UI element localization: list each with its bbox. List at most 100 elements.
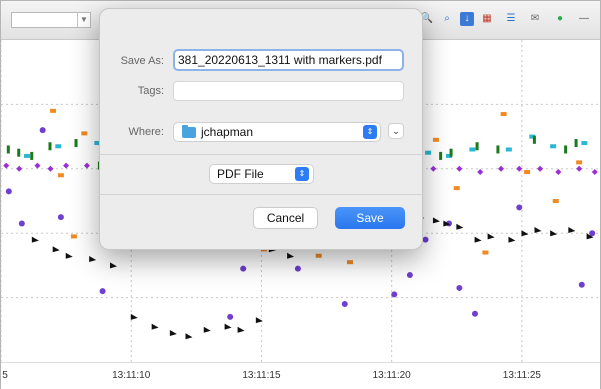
- data-point: [341, 301, 348, 308]
- search-icon[interactable]: ⌕: [440, 12, 454, 26]
- data-point: [456, 223, 464, 230]
- data-point: [83, 162, 90, 169]
- data-point: [55, 144, 62, 149]
- data-point: [477, 169, 484, 176]
- data-point: [568, 226, 576, 233]
- data-point: [346, 260, 353, 265]
- data-point: [498, 165, 505, 172]
- data-point: [589, 230, 596, 237]
- data-point: [422, 236, 429, 243]
- data-point: [39, 127, 46, 134]
- data-point: [6, 145, 10, 154]
- toolbar-combo[interactable]: ▼: [11, 12, 91, 28]
- data-point: [516, 204, 523, 211]
- data-point: [505, 147, 512, 152]
- format-value: PDF File: [217, 167, 264, 181]
- data-point: [30, 151, 34, 160]
- data-point: [237, 326, 245, 333]
- data-point: [552, 199, 559, 203]
- filename-text: 381_20220613_1311 with markers.pdf: [178, 53, 382, 67]
- data-point: [3, 162, 10, 169]
- data-point: [449, 148, 453, 157]
- data-point: [430, 165, 437, 172]
- expand-button[interactable]: ⌄: [388, 123, 404, 139]
- data-point: [287, 252, 295, 259]
- data-point: [169, 330, 177, 337]
- data-point: [487, 233, 495, 240]
- chevron-down-icon: ⌄: [392, 126, 400, 136]
- x-axis: 5 13:11:10 13:11:15 13:11:20 13:11:25: [1, 362, 600, 389]
- data-point: [432, 137, 439, 142]
- data-point: [482, 250, 489, 255]
- data-point: [70, 234, 77, 239]
- data-point: [74, 139, 78, 148]
- export-icon[interactable]: ↓: [460, 12, 474, 26]
- data-point: [391, 291, 398, 298]
- updown-icon: ⇕: [363, 125, 377, 139]
- tags-label: Tags:: [137, 85, 164, 97]
- data-point: [227, 313, 234, 320]
- data-point: [185, 333, 193, 340]
- x-tick-label: 13:11:15: [242, 370, 281, 381]
- cancel-button[interactable]: Cancel: [253, 207, 318, 229]
- data-point: [50, 108, 57, 113]
- data-point: [203, 326, 211, 333]
- divider: [100, 154, 422, 155]
- data-point: [469, 147, 476, 152]
- data-point: [576, 165, 583, 172]
- save-dialog: Save As: 381_20220613_1311 with markers.…: [99, 8, 423, 250]
- data-point: [581, 141, 588, 146]
- data-point: [89, 255, 97, 262]
- data-point: [576, 160, 583, 165]
- data-point: [17, 148, 21, 157]
- updown-icon: ⇕: [295, 167, 309, 181]
- data-point: [564, 145, 568, 154]
- more-icon[interactable]: —: [577, 12, 591, 26]
- where-value: jchapman: [201, 125, 254, 139]
- save-button[interactable]: Save: [335, 207, 405, 229]
- chart-icon[interactable]: ▦: [480, 12, 494, 26]
- data-point: [516, 165, 523, 172]
- data-point: [31, 236, 39, 243]
- save-as-label: Save As:: [120, 55, 164, 67]
- x-tick-label: 13:11:25: [502, 370, 541, 381]
- data-point: [130, 313, 138, 320]
- format-popup[interactable]: PDF File ⇕: [209, 164, 314, 184]
- data-point: [24, 153, 31, 158]
- pin-icon[interactable]: ●: [553, 12, 567, 26]
- data-point: [456, 165, 463, 172]
- data-point: [475, 142, 479, 151]
- data-point: [524, 170, 531, 175]
- data-point: [63, 162, 70, 169]
- data-point: [57, 173, 64, 178]
- chevron-down-icon[interactable]: ▼: [77, 13, 90, 27]
- data-point: [52, 246, 60, 253]
- mail-icon[interactable]: ✉: [528, 12, 542, 26]
- data-point: [532, 135, 536, 144]
- tags-input[interactable]: [173, 81, 404, 101]
- data-point: [534, 226, 542, 233]
- data-point: [224, 323, 232, 330]
- data-point: [537, 165, 544, 172]
- data-point: [18, 220, 25, 227]
- data-point: [57, 214, 64, 221]
- data-point: [109, 262, 117, 269]
- data-point: [425, 150, 432, 155]
- list-icon[interactable]: ☰: [504, 12, 518, 26]
- data-point: [47, 165, 54, 172]
- data-point: [406, 272, 413, 279]
- data-point: [508, 236, 516, 243]
- filename-input[interactable]: 381_20220613_1311 with markers.pdf: [173, 49, 404, 71]
- data-point: [578, 281, 585, 288]
- data-point: [555, 169, 562, 176]
- data-point: [5, 188, 12, 195]
- data-point: [496, 145, 500, 154]
- data-point: [315, 253, 322, 258]
- data-point: [99, 288, 106, 295]
- x-tick-label: 13:11:10: [112, 370, 151, 381]
- data-point: [500, 112, 507, 117]
- data-point: [65, 252, 73, 259]
- x-tick-label: 13:11:20: [372, 370, 411, 381]
- where-popup[interactable]: jchapman ⇕: [173, 122, 381, 142]
- data-point: [81, 131, 88, 136]
